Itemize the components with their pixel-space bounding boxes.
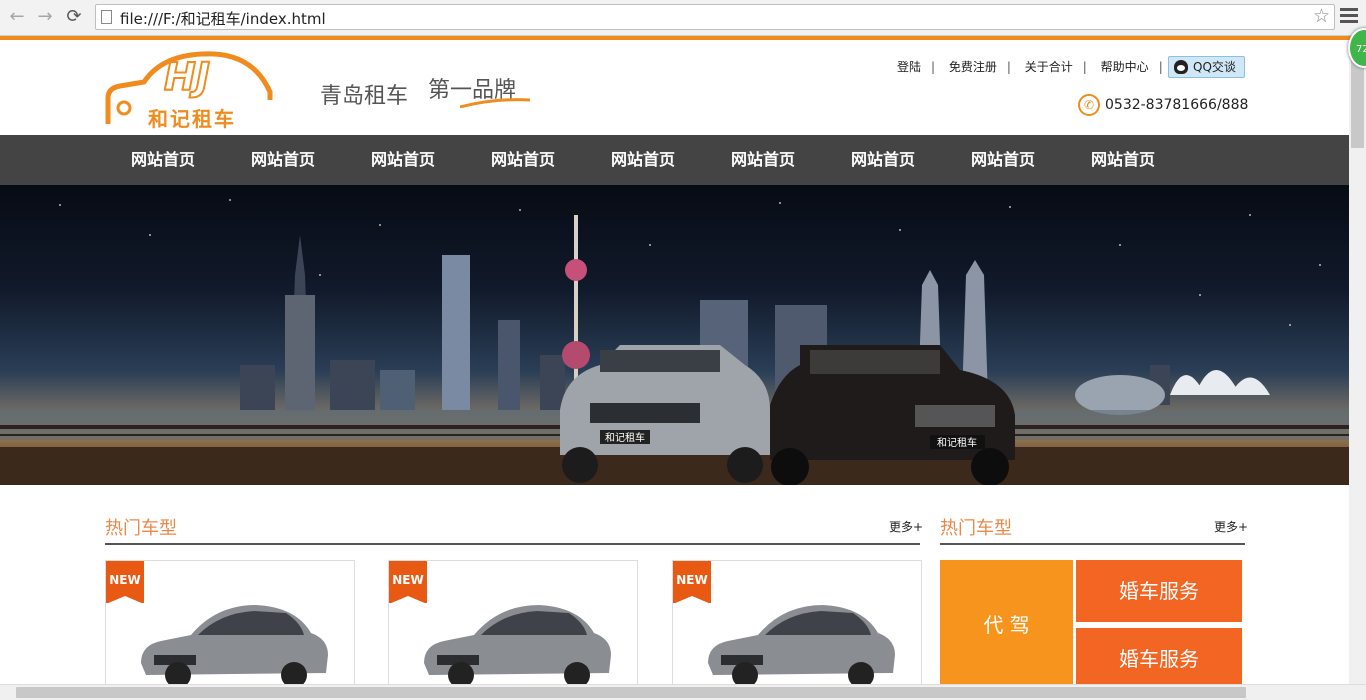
back-icon[interactable]: ←: [6, 6, 28, 28]
suv-plate-2: 和记租车: [937, 436, 977, 449]
address-bar[interactable]: file:///F:/和记租车/index.html ☆: [95, 4, 1335, 30]
hot-cars-title: 热门车型: [105, 518, 177, 539]
nav-item-home-9[interactable]: 网站首页: [1091, 135, 1155, 185]
nav-item-home-2[interactable]: 网站首页: [251, 135, 315, 185]
services-divider: [940, 543, 1245, 545]
site-logo[interactable]: HJ 和记租车: [104, 50, 274, 131]
nav-item-home-5[interactable]: 网站首页: [611, 135, 675, 185]
driver-service-tile[interactable]: 代 驾: [940, 560, 1073, 700]
bookmark-star-icon[interactable]: ☆: [1313, 5, 1330, 27]
hot-cars-divider: [105, 543, 920, 545]
browser-toolbar: ← → ⟳ file:///F:/和记租车/index.html ☆: [0, 0, 1366, 36]
horizontal-scrollbar[interactable]: [0, 684, 1366, 700]
wedding-car-tile-2[interactable]: 婚车服务: [1076, 628, 1242, 690]
car-image: [424, 605, 611, 688]
hero-banner[interactable]: 和记租车 和记租车: [0, 185, 1366, 485]
nav-item-home-4[interactable]: 网站首页: [491, 135, 555, 185]
site-header: HJ 和记租车 青岛租车 第一品牌 登陆 | 免费注册 | 关于合计 | 帮助中心 | …: [0, 40, 1366, 135]
banner-city-scene: 和记租车 和记租车: [0, 199, 1366, 485]
wedding-car-tile-1[interactable]: 婚车服务: [1076, 560, 1242, 622]
help-link[interactable]: 帮助中心: [1101, 60, 1149, 74]
register-link[interactable]: 免费注册: [949, 60, 997, 74]
car-image: [141, 605, 328, 688]
forward-icon[interactable]: →: [34, 6, 56, 28]
slogan-swoosh: [460, 98, 530, 108]
vertical-scroll-thumb[interactable]: [1351, 58, 1364, 148]
vertical-scrollbar[interactable]: [1349, 40, 1366, 684]
nav-item-home-1[interactable]: 网站首页: [131, 135, 195, 185]
suv-plate-1: 和记租车: [605, 431, 645, 444]
top-links: 登陆 | 免费注册 | 关于合计 | 帮助中心 |: [897, 60, 1163, 74]
phone-number: ✆ 0532-83781666/888: [1078, 94, 1248, 116]
hot-cars-more-link[interactable]: 更多+: [889, 518, 923, 535]
services-more-link[interactable]: 更多+: [1214, 518, 1248, 535]
car-card[interactable]: NEW: [672, 560, 922, 700]
slogan-left: 青岛租车: [320, 84, 409, 109]
reload-icon[interactable]: ⟳: [63, 6, 85, 28]
car-card[interactable]: NEW: [105, 560, 355, 700]
nav-item-home-6[interactable]: 网站首页: [731, 135, 795, 185]
logo-letters: HJ: [164, 55, 210, 99]
url-text[interactable]: file:///F:/和记租车/index.html: [120, 8, 326, 29]
menu-icon[interactable]: [1340, 8, 1358, 24]
logo-name: 和记租车: [148, 107, 236, 130]
qq-chat-button[interactable]: QQ交谈: [1168, 56, 1245, 78]
services-title: 热门车型: [940, 518, 1012, 539]
logo-graphic: HJ 和记租车: [105, 51, 273, 131]
qq-chat-label: QQ交谈: [1193, 60, 1236, 74]
phone-icon: ✆: [1078, 94, 1100, 116]
qq-icon: [1174, 60, 1188, 74]
nav-item-home-7[interactable]: 网站首页: [851, 135, 915, 185]
phone-text: 0532-83781666/888: [1105, 97, 1249, 113]
nav-item-home-8[interactable]: 网站首页: [971, 135, 1035, 185]
about-link[interactable]: 关于合计: [1025, 60, 1073, 74]
slogan: 青岛租车 第一品牌: [320, 78, 530, 110]
car-image: [708, 605, 895, 688]
login-link[interactable]: 登陆: [897, 60, 921, 74]
car-card[interactable]: NEW: [388, 560, 638, 700]
horizontal-scroll-thumb[interactable]: [16, 687, 1246, 698]
page-icon: [101, 10, 112, 24]
main-nav: 网站首页 网站首页 网站首页 网站首页 网站首页 网站首页 网站首页 网站首页 …: [0, 135, 1366, 185]
nav-item-home-3[interactable]: 网站首页: [371, 135, 435, 185]
